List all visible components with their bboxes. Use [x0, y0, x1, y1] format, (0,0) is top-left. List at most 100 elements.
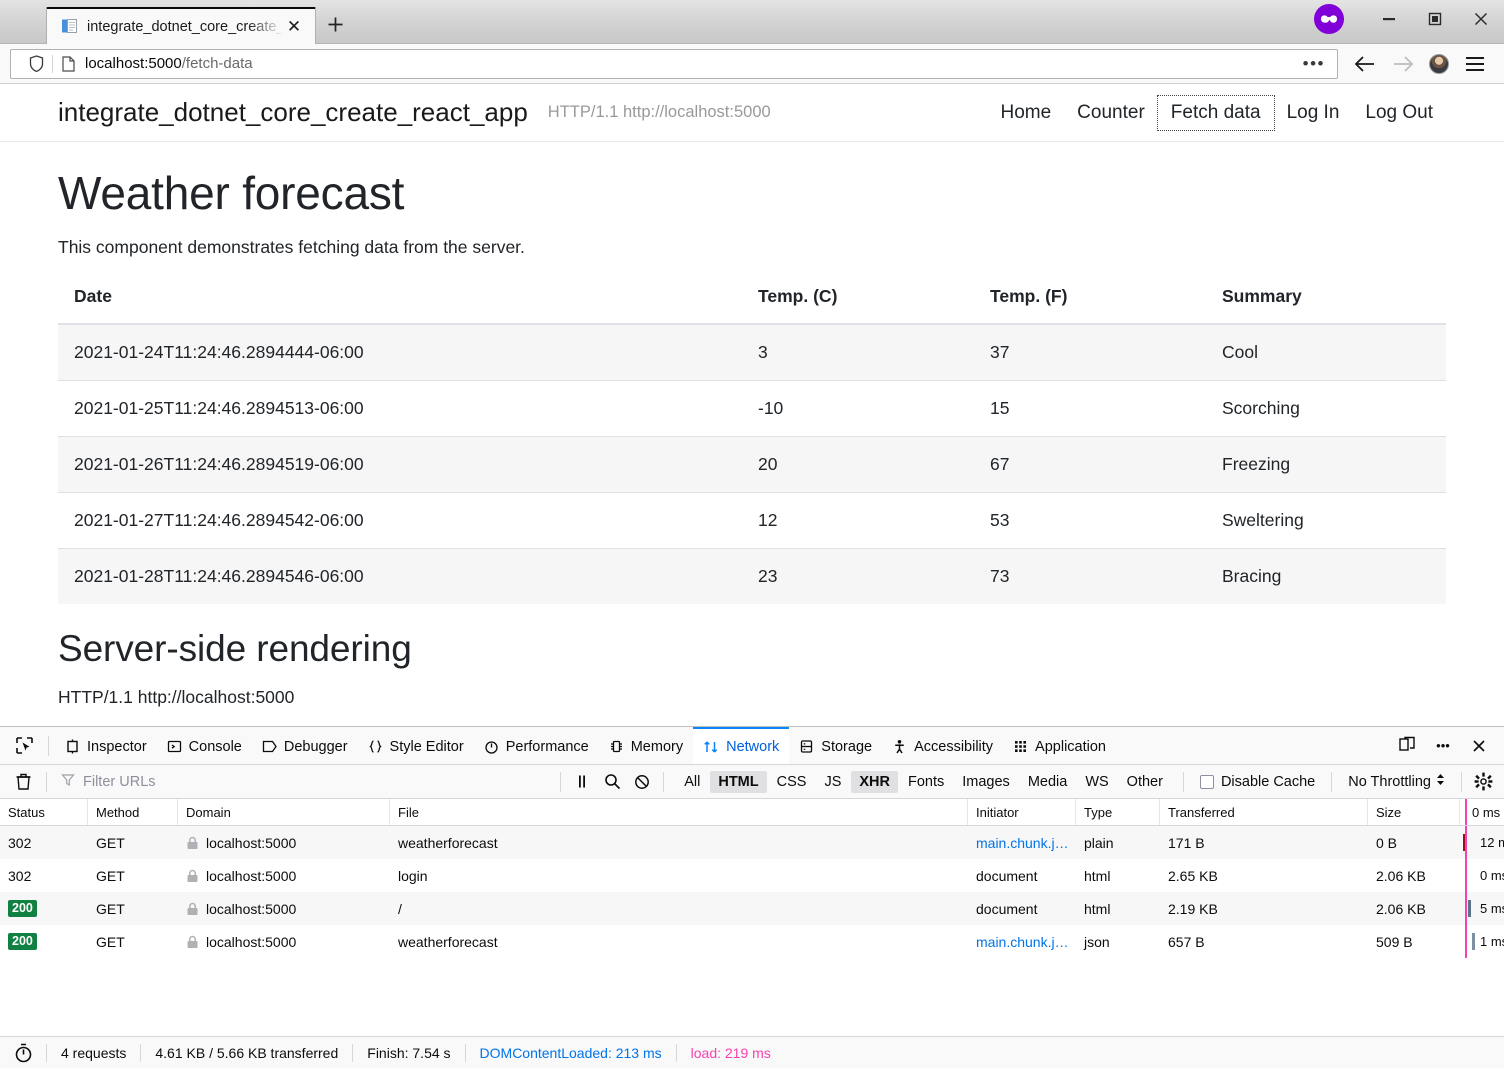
filter-urls-placeholder: Filter URLs	[83, 773, 156, 790]
cell-file: login	[398, 867, 428, 884]
column-header-timeline[interactable]: 0 ms	[1460, 799, 1504, 825]
cell-temp-c: -10	[742, 379, 974, 437]
url-text[interactable]: localhost:5000/fetch-data	[85, 55, 1295, 72]
back-button[interactable]	[1346, 49, 1384, 79]
devtools-tab-accessibility[interactable]: Accessibility	[882, 727, 1003, 764]
stopwatch-icon[interactable]	[0, 1043, 46, 1063]
window-minimize-button[interactable]	[1366, 5, 1412, 33]
table-row: 2021-01-28T11:24:46.2894546-06:00 23 73 …	[58, 547, 1446, 604]
account-avatar[interactable]	[1422, 49, 1456, 79]
trash-icon[interactable]	[6, 769, 40, 795]
filter-chip-xhr[interactable]: XHR	[851, 770, 898, 793]
devtools-tab-network[interactable]: Network	[693, 727, 790, 764]
column-header-size[interactable]: Size	[1368, 799, 1460, 825]
site-navbar: integrate_dotnet_core_create_react_app H…	[0, 84, 1504, 142]
ssr-text: HTTP/1.1 http://localhost:5000	[58, 686, 295, 707]
cell-domain: localhost:5000	[178, 892, 390, 925]
devtools-tab-storage[interactable]: Storage	[789, 727, 882, 764]
browser-tab[interactable]: integrate_dotnet_core_create_r ✕	[46, 7, 316, 44]
cell-initiator[interactable]: main.chunk.j…	[968, 826, 1076, 859]
network-row[interactable]: 200 GET localhost:5000 / document html 2…	[0, 892, 1504, 925]
filter-chip-fonts[interactable]: Fonts	[900, 771, 952, 793]
devtools-meatball-menu-icon[interactable]: •••	[1426, 731, 1460, 761]
request-count: 4 requests	[46, 1043, 140, 1062]
gear-icon[interactable]	[1468, 769, 1498, 795]
filter-chip-all[interactable]: All	[676, 771, 708, 793]
column-header-file[interactable]: File	[390, 799, 968, 825]
cell-summary: Bracing	[1206, 547, 1446, 604]
timeline-load-marker	[1465, 859, 1467, 892]
search-icon[interactable]	[597, 769, 627, 795]
devtools-panel: Inspector Console Debugger Style Editor …	[0, 726, 1504, 1068]
column-header-transferred[interactable]: Transferred	[1160, 799, 1368, 825]
devtools-tab-label: Performance	[505, 738, 589, 755]
filter-chip-other[interactable]: Other	[1119, 771, 1171, 793]
network-row[interactable]: 302 GET localhost:5000 weatherforecast m…	[0, 826, 1504, 859]
new-tab-button[interactable]	[316, 6, 354, 43]
cell-time-label: 1 ms	[1480, 934, 1504, 949]
cell-domain-text: localhost:5000	[206, 933, 297, 950]
network-row[interactable]: 200 GET localhost:5000 weatherforecast m…	[0, 925, 1504, 958]
disable-cache-checkbox[interactable]: Disable Cache	[1190, 774, 1325, 790]
nav-link-home[interactable]: Home	[987, 96, 1064, 130]
devtools-tab-console[interactable]: Console	[157, 727, 252, 764]
throttling-select[interactable]: No Throttling	[1338, 773, 1455, 790]
block-icon[interactable]	[627, 769, 657, 795]
devtools-tabbar-actions: •••	[1390, 731, 1504, 761]
private-browsing-mask-icon[interactable]	[1314, 3, 1344, 34]
devtools-tab-application[interactable]: Application	[1003, 727, 1116, 764]
devtools-tab-memory[interactable]: Memory	[599, 727, 693, 764]
site-nav-links: Home Counter Fetch data Log In Log Out	[987, 94, 1446, 131]
column-header-domain[interactable]: Domain	[178, 799, 390, 825]
devtools-tab-inspector[interactable]: Inspector	[55, 727, 157, 764]
column-header-status[interactable]: Status	[0, 799, 88, 825]
cell-initiator[interactable]: main.chunk.j…	[968, 925, 1076, 958]
nav-link-fetch-data[interactable]: Fetch data	[1156, 94, 1275, 131]
filter-urls-input[interactable]: Filter URLs	[53, 770, 554, 794]
site-brand[interactable]: integrate_dotnet_core_create_react_app	[58, 97, 528, 128]
cell-status: 302	[8, 867, 32, 884]
forward-button[interactable]	[1384, 49, 1422, 79]
toolbar-separator	[1331, 771, 1333, 792]
nav-link-log-in[interactable]: Log In	[1274, 96, 1353, 130]
app-menu-button[interactable]	[1456, 49, 1494, 79]
cell-summary: Freezing	[1206, 435, 1446, 493]
cell-temp-f: 73	[974, 547, 1206, 604]
filter-chip-js[interactable]: JS	[816, 771, 849, 793]
cell-type: plain	[1084, 834, 1114, 851]
column-header-method[interactable]: Method	[88, 799, 178, 825]
nav-link-log-out[interactable]: Log Out	[1352, 96, 1446, 130]
devtools-close-icon[interactable]	[1462, 731, 1496, 761]
cell-domain-text: localhost:5000	[206, 900, 297, 917]
devtools-tab-debugger[interactable]: Debugger	[252, 727, 358, 764]
cell-transferred: 171 B	[1168, 834, 1205, 851]
tracking-protection-icon[interactable]	[21, 55, 52, 72]
filter-chip-images[interactable]: Images	[954, 771, 1018, 793]
element-picker-icon[interactable]	[6, 731, 42, 761]
column-header-initiator[interactable]: Initiator	[968, 799, 1076, 825]
url-bar[interactable]: localhost:5000/fetch-data •••	[10, 48, 1338, 79]
network-row[interactable]: 302 GET localhost:5000 login document ht…	[0, 859, 1504, 892]
cell-timeline: 1 ms	[1460, 925, 1504, 958]
responsive-design-mode-icon[interactable]	[1390, 731, 1424, 761]
devtools-tab-performance[interactable]: Performance	[474, 727, 599, 764]
filter-chip-ws[interactable]: WS	[1077, 771, 1116, 793]
column-header-temp-c: Temp. (C)	[742, 279, 974, 325]
column-header-type[interactable]: Type	[1076, 799, 1160, 825]
debugger-icon	[262, 739, 277, 754]
nav-link-counter[interactable]: Counter	[1064, 96, 1158, 130]
filter-chip-media[interactable]: Media	[1020, 771, 1076, 793]
url-host: localhost:5000	[85, 55, 182, 72]
load-time: load: 219 ms	[675, 1043, 785, 1062]
lock-icon	[186, 869, 199, 883]
cell-size: 509 B	[1376, 933, 1413, 950]
filter-chip-css[interactable]: CSS	[769, 771, 815, 793]
devtools-tab-style-editor[interactable]: Style Editor	[358, 727, 474, 764]
page-actions-menu-icon[interactable]: •••	[1295, 54, 1333, 74]
cell-date: 2021-01-24T11:24:46.2894444-06:00	[58, 323, 742, 381]
window-maximize-button[interactable]	[1412, 5, 1458, 33]
tab-close-icon[interactable]: ✕	[283, 16, 305, 38]
window-close-button[interactable]	[1458, 5, 1504, 33]
pause-icon[interactable]	[567, 769, 597, 795]
filter-chip-html[interactable]: HTML	[710, 770, 767, 793]
